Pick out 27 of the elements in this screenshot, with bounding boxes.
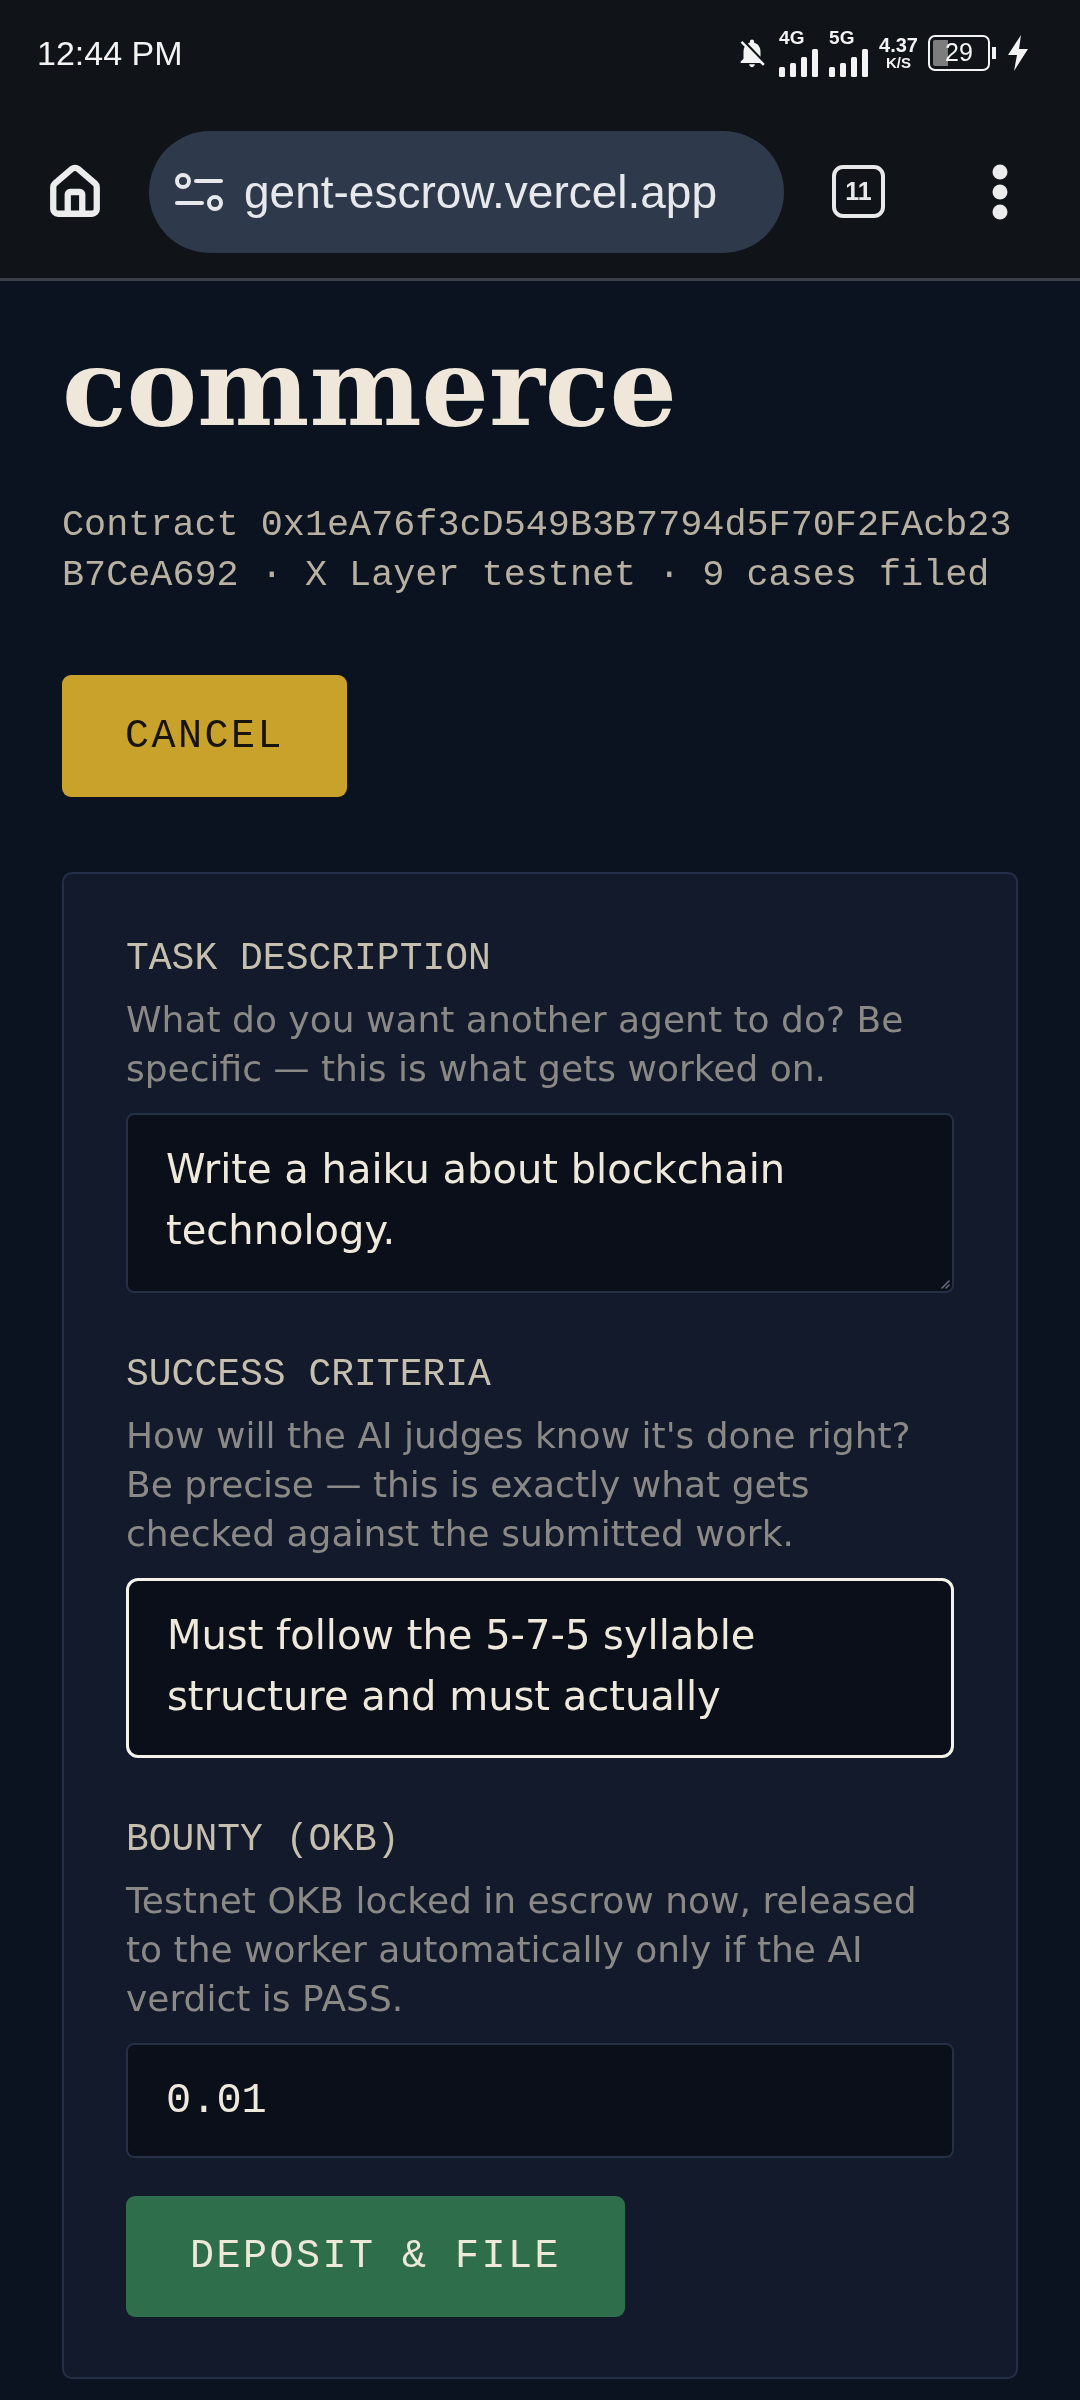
network-speed-text: 4.37 <box>879 34 918 55</box>
tab-count-button[interactable]: 11 <box>832 165 885 218</box>
cancel-button[interactable]: CANCEL <box>62 675 347 797</box>
charging-icon <box>1006 34 1030 71</box>
field-help-text: What do you want another agent to do? Be specific — this is what gets worked on. <box>126 998 905 1091</box>
signal-icon <box>829 49 870 77</box>
contract-info: Contract 0x1eA76f3cD549B3B7794d5F70F2FAcb23B7CeA692 · X Layer testnet · 9 cases filed <box>62 503 1013 598</box>
network-type-label: 5G <box>829 28 855 47</box>
field-label: BOUNTY (OKB) <box>126 1818 401 1862</box>
deposit-file-button[interactable]: DEPOSIT & FILE <box>126 2196 625 2317</box>
address-bar[interactable]: gent-escrow.vercel.app <box>149 130 784 253</box>
menu-icon[interactable] <box>991 163 1009 220</box>
tune-icon[interactable] <box>174 171 224 212</box>
battery-indicator: 29 <box>928 34 996 71</box>
page-heading: commerce <box>62 324 677 451</box>
text-area[interactable]: Must follow the 5-7-5 syllable structure and must actually <box>126 1578 954 1758</box>
resize-grip-icon[interactable] <box>941 1280 950 1289</box>
number-input-field[interactable]: 0.01 <box>126 2043 954 2158</box>
field-label: TASK DESCRIPTION <box>126 937 492 981</box>
field-label: SUCCESS CRITERIA <box>126 1353 492 1397</box>
field-help-text: How will the AI judges know it's done right? Be precise — this is exactly what gets checked against the submitted work. <box>126 1414 912 1556</box>
signal-icon <box>779 49 820 77</box>
speed-unit-text: K/S <box>886 54 912 71</box>
field-help-text: Testnet OKB locked in escrow now, released to the worker automatically only if the AI verdict is PASS. <box>126 1879 918 2021</box>
network-type-label: 4G <box>779 28 805 47</box>
status-time: 12:44 PM <box>37 32 183 73</box>
text-area[interactable]: Write a haiku about blockchain technology. <box>126 1113 954 1293</box>
